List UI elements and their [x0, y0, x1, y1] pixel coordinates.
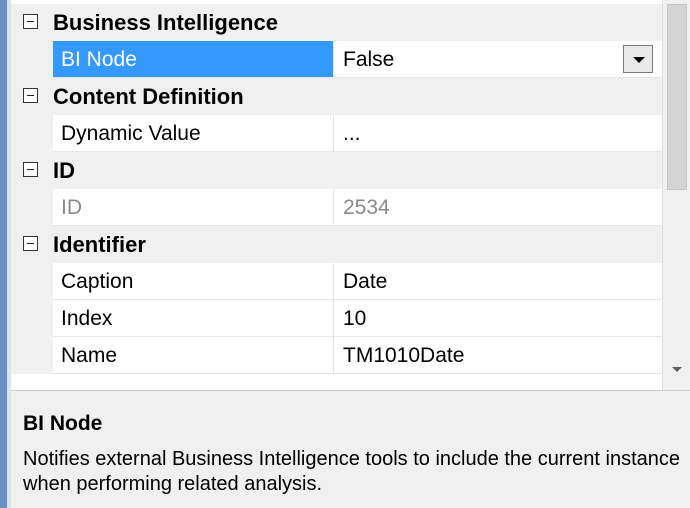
property-name: ID: [61, 196, 82, 219]
category-id[interactable]: ID: [11, 152, 662, 189]
property-value-name[interactable]: TM1010Date: [343, 344, 464, 368]
property-value-bi-node[interactable]: False: [343, 48, 394, 72]
property-name: Name: [61, 344, 118, 367]
property-name: Index: [61, 307, 113, 330]
property-name-cell[interactable]: BI Node: [53, 41, 334, 78]
property-value-cell[interactable]: ...: [334, 115, 662, 152]
window-border: [0, 0, 7, 508]
row-margin: [11, 300, 53, 337]
property-name-cell[interactable]: Index: [53, 300, 334, 337]
category-identifier[interactable]: Identifier: [11, 226, 662, 263]
row-margin: [11, 189, 53, 226]
property-row-index[interactable]: Index 10: [11, 300, 662, 337]
property-row-id[interactable]: ID 2534: [11, 189, 662, 226]
description-text: Notifies external Business Intelligence …: [23, 448, 681, 495]
category-label: Business Intelligence: [53, 10, 278, 35]
scroll-down-arrow-icon[interactable]: [672, 367, 682, 372]
property-row-caption[interactable]: Caption Date: [11, 263, 662, 300]
property-value-index[interactable]: 10: [343, 307, 366, 331]
property-name-cell[interactable]: Name: [53, 337, 334, 374]
property-name-cell[interactable]: Caption: [53, 263, 334, 300]
property-name: Caption: [61, 270, 134, 293]
collapse-icon[interactable]: [23, 88, 38, 103]
description-title: BI Node: [23, 412, 103, 435]
property-name: BI Node: [61, 48, 137, 71]
category-label: Identifier: [53, 232, 146, 257]
property-name-cell[interactable]: ID: [53, 189, 334, 226]
row-margin: [11, 337, 53, 374]
property-name: Dynamic Value: [61, 122, 201, 145]
property-grid[interactable]: Business Intelligence BI Node False Cont…: [11, 0, 662, 390]
property-value-cell[interactable]: 2534: [334, 189, 662, 226]
panel-splitter[interactable]: [11, 390, 690, 400]
vertical-scrollbar[interactable]: [662, 0, 690, 390]
property-name-cell[interactable]: Dynamic Value: [53, 115, 334, 152]
property-value-cell[interactable]: False: [334, 41, 662, 78]
collapse-icon[interactable]: [23, 236, 38, 251]
property-value-cell[interactable]: 10: [334, 300, 662, 337]
category-content-definition[interactable]: Content Definition: [11, 78, 662, 115]
property-row-name[interactable]: Name TM1010Date: [11, 337, 662, 374]
category-label: ID: [53, 158, 75, 183]
property-value-cell[interactable]: TM1010Date: [334, 337, 662, 374]
row-margin: [11, 263, 53, 300]
property-row-bi-node[interactable]: BI Node False: [11, 41, 662, 78]
dropdown-arrow-icon[interactable]: [623, 45, 653, 73]
property-value-caption[interactable]: Date: [343, 270, 387, 294]
property-value-cell[interactable]: Date: [334, 263, 662, 300]
description-panel: BI Node Notifies external Business Intel…: [11, 400, 690, 508]
category-label: Content Definition: [53, 84, 244, 109]
scrollbar-thumb[interactable]: [667, 4, 687, 190]
property-value-dynamic-value[interactable]: ...: [343, 122, 361, 146]
row-margin: [11, 115, 53, 152]
row-margin: [11, 41, 53, 78]
property-row-dynamic-value[interactable]: Dynamic Value ...: [11, 115, 662, 152]
category-business-intelligence[interactable]: Business Intelligence: [11, 4, 662, 41]
collapse-icon[interactable]: [23, 162, 38, 177]
collapse-icon[interactable]: [23, 14, 38, 29]
property-value-id: 2534: [343, 196, 390, 219]
